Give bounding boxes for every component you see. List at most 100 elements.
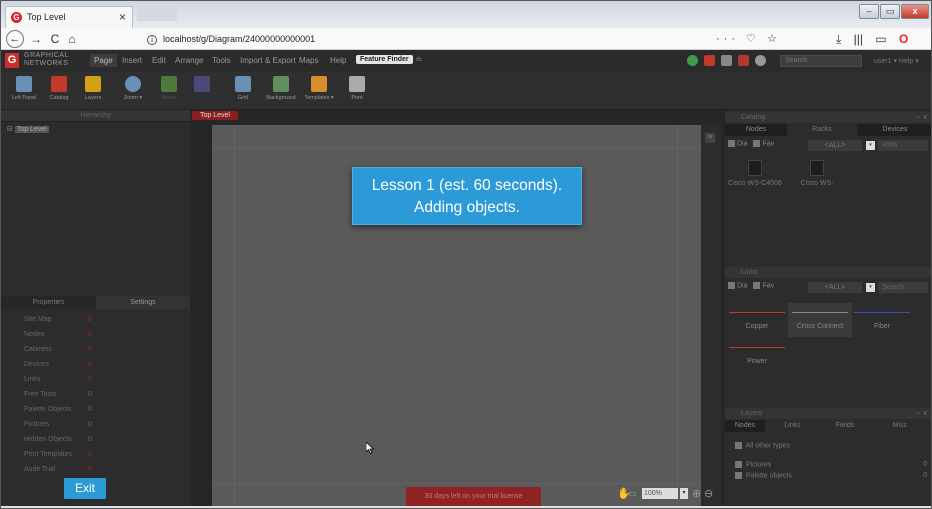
links-type-select[interactable]: <ALL> (808, 282, 862, 293)
link-label: Cross Connect (796, 323, 844, 330)
cross-connect-line-icon (792, 312, 848, 313)
link-type-power[interactable]: Power (728, 345, 786, 379)
left-panel-tool[interactable]: Left Panel (9, 76, 39, 101)
sidebar-icon[interactable]: ▭ (875, 32, 886, 46)
templates-tool[interactable]: Templates ▾ (302, 76, 336, 101)
notes-icon[interactable] (721, 55, 732, 66)
catalog-type-select[interactable]: <ALL> (808, 140, 862, 151)
zoom-tool[interactable]: Zoom ▾ (118, 76, 148, 101)
browser-tab[interactable]: G Top Level × (5, 6, 133, 28)
tool-label: Grid (237, 95, 249, 101)
layer-label: Pictures (745, 461, 772, 469)
zoom-out-icon[interactable]: ⊖ (704, 487, 713, 500)
tab-nodes[interactable]: Nodes (725, 124, 787, 136)
menu-maps[interactable]: Maps (299, 56, 319, 65)
canvas-scrollbar[interactable]: ≡ (701, 125, 721, 506)
link-type-cross-connect[interactable]: Cross Connect (788, 303, 852, 337)
feature-finder-options-icon[interactable]: ≐ (415, 54, 423, 65)
canvas-margin-line (677, 125, 678, 506)
property-value: 0 (88, 391, 92, 398)
link-type-fiber[interactable]: Fiber (853, 310, 911, 344)
feature-finder-button[interactable]: Feature Finder (356, 55, 413, 64)
property-value: 0 (88, 346, 92, 353)
layer-checkbox[interactable] (735, 442, 742, 449)
tab-close-icon[interactable]: × (119, 10, 126, 24)
property-row: Nodes 0 (1, 327, 190, 342)
gear-icon[interactable] (755, 55, 766, 66)
fav-checkbox[interactable] (753, 140, 761, 147)
layers-tab-fields[interactable]: Fields (820, 420, 870, 432)
catalog-dropdown-icon[interactable]: ▾ (866, 141, 875, 150)
layers-tab-nodes[interactable]: Nodes (725, 420, 765, 432)
alert-icon[interactable] (704, 55, 715, 66)
background-tool[interactable]: Background (264, 76, 298, 101)
properties-tabs: Properties Settings (1, 296, 190, 309)
menu-insert[interactable]: Insert (122, 56, 142, 65)
tab-properties[interactable]: Properties (1, 296, 96, 309)
zoom-dropdown[interactable]: ▾ (680, 488, 688, 499)
forward-button[interactable]: → (29, 30, 43, 48)
tab-racks[interactable]: Racks (787, 124, 857, 136)
site-info-icon[interactable]: i (147, 34, 157, 45)
maximize-button[interactable]: ▭ (880, 4, 900, 19)
layer-checkbox[interactable] (735, 461, 742, 468)
back-button[interactable]: ← (6, 30, 24, 48)
layers-tab-links[interactable]: Links (770, 420, 815, 432)
links-dropdown-icon[interactable]: ▾ (866, 283, 875, 292)
menu-edit[interactable]: Edit (152, 56, 166, 65)
menu-help[interactable]: Help (330, 56, 346, 65)
catalog-item[interactable]: Cisco WS-C4506 (725, 160, 785, 187)
panel-pin-close-icon[interactable]: ⇔ x (915, 112, 927, 123)
links-search-input[interactable]: Search (878, 282, 928, 293)
links-filter: Dia Fav <ALL> ▾ Search (728, 282, 930, 294)
new-tab-ghost[interactable] (137, 7, 177, 21)
layers-tab-misc[interactable]: Misc (875, 420, 925, 432)
tree-root-label[interactable]: Top Level (14, 126, 49, 133)
fav-checkbox[interactable] (753, 282, 761, 289)
left-panel-icon (16, 76, 32, 92)
library-icon[interactable]: ||| (854, 32, 863, 46)
catalog-tool[interactable]: Catalog (44, 76, 74, 101)
opera-icon[interactable]: O (899, 32, 908, 46)
globe-icon[interactable] (687, 55, 698, 66)
menu-import-export[interactable]: Import & Export (240, 56, 296, 65)
catalog-search-input[interactable]: 4506 (878, 140, 928, 151)
dia-checkbox[interactable] (728, 140, 735, 147)
grid-tool[interactable]: Grid (228, 76, 258, 101)
minimize-button[interactable]: – (859, 4, 879, 19)
select-tool[interactable]: Select (154, 76, 184, 101)
layer-row[interactable]: Pictures 0 (735, 461, 931, 468)
layer-row[interactable]: All other types (735, 442, 931, 449)
tree-root[interactable]: ⊟ Top Level (7, 125, 49, 133)
menu-page[interactable]: Page (90, 54, 117, 67)
link-type-copper[interactable]: Copper (728, 310, 786, 344)
catalog-item-label: Cisco WS- (800, 180, 834, 187)
scroll-button[interactable]: ≡ (705, 133, 715, 143)
tab-devices[interactable]: Devices (857, 124, 931, 136)
menu-arrange[interactable]: Arrange (175, 56, 203, 65)
dia-checkbox[interactable] (728, 282, 735, 289)
shape-tool[interactable] (187, 76, 217, 95)
print-tool[interactable]: Print (342, 76, 372, 101)
layers-tool[interactable]: Layers (78, 76, 108, 101)
diagram-tab[interactable]: Top Level (192, 111, 238, 120)
downloads-icon[interactable]: ⤓ (836, 32, 841, 46)
layer-checkbox[interactable] (735, 472, 742, 479)
zoom-in-icon[interactable]: ⊕ (692, 487, 701, 500)
url-actions[interactable]: ··· ♡ ☆ (716, 30, 781, 48)
fit-page-icon[interactable]: ▭ (628, 488, 637, 499)
catalog-item[interactable]: Cisco WS- (787, 160, 847, 187)
tab-settings[interactable]: Settings (96, 296, 190, 309)
close-window-button[interactable]: x (901, 4, 929, 19)
home-button[interactable]: ⌂ (65, 30, 79, 48)
tools-icon[interactable] (738, 55, 749, 66)
app-search-input[interactable]: Search (780, 55, 862, 67)
reload-button[interactable]: C (48, 30, 62, 48)
user-menu[interactable]: user1 ▾ Help ▾ (874, 57, 919, 65)
zoom-input[interactable]: 100% (642, 488, 678, 499)
layers-pin-close-icon[interactable]: ⇔ x (915, 408, 927, 419)
menu-tools[interactable]: Tools (212, 56, 231, 65)
url-bar[interactable]: i localhost/g/Diagram/24000000000001 (147, 30, 767, 48)
exit-button[interactable]: Exit (64, 478, 106, 499)
layer-row[interactable]: Palette objects 0 (735, 472, 931, 479)
